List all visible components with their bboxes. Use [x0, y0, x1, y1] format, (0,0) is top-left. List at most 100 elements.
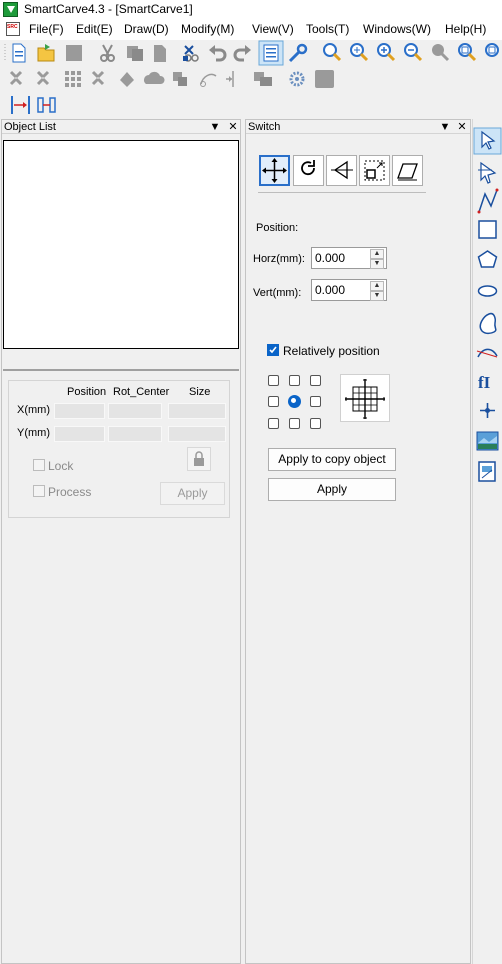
redo-icon[interactable]: [233, 45, 251, 62]
menu-view[interactable]: View(V): [252, 22, 294, 36]
menu-tools[interactable]: Tools(T): [306, 22, 349, 36]
trim-icon[interactable]: [144, 71, 165, 84]
mirror-tool-button[interactable]: [326, 155, 357, 186]
paste-icon[interactable]: [154, 45, 166, 62]
zoom-select-icon[interactable]: [432, 44, 450, 62]
rectangle-icon[interactable]: [478, 220, 497, 239]
y-rot-center-field: [108, 426, 162, 442]
object-list-box[interactable]: [3, 140, 239, 349]
group-icon[interactable]: [9, 70, 23, 86]
menu-file[interactable]: File(F): [29, 22, 64, 36]
vert-up-arrow-icon[interactable]: ▲: [370, 281, 384, 291]
grid-preview-icon: [345, 379, 385, 419]
settings-icon[interactable]: [289, 71, 305, 87]
skew-tool-button[interactable]: [392, 155, 423, 186]
cross-icon[interactable]: [480, 403, 495, 418]
apply-to-copy-button[interactable]: Apply to copy object: [268, 448, 396, 471]
move-tool-button[interactable]: [259, 155, 290, 186]
array-icon[interactable]: [65, 71, 81, 87]
bezier-icon[interactable]: [476, 348, 498, 358]
vert-down-arrow-icon[interactable]: ▼: [370, 291, 384, 301]
toolbar-row-2: [9, 70, 334, 88]
lock-button[interactable]: [187, 447, 211, 471]
polyline-icon[interactable]: [477, 188, 499, 214]
horz-label: Horz(mm):: [253, 253, 305, 265]
text-icon[interactable]: fI: [478, 373, 491, 392]
open-folder-icon[interactable]: [37, 44, 55, 62]
zoom-out-icon[interactable]: [404, 43, 423, 62]
image-icon[interactable]: [476, 431, 499, 451]
freehand-icon[interactable]: [479, 312, 497, 335]
menu-modify[interactable]: Modify(M): [181, 22, 234, 36]
menu-draw[interactable]: Draw(D): [124, 22, 169, 36]
document-menu-icon[interactable]: [6, 22, 20, 36]
column-size: Size: [189, 386, 211, 398]
save-icon[interactable]: [66, 45, 82, 61]
rotate-tool-button[interactable]: [293, 155, 324, 186]
wrench-icon[interactable]: [288, 43, 308, 63]
switch-panel: [245, 119, 471, 964]
split-icon[interactable]: [226, 71, 234, 87]
pin-icon[interactable]: ▼: [209, 121, 221, 133]
horz-up-arrow-icon[interactable]: ▲: [370, 249, 384, 259]
horz-down-arrow-icon[interactable]: ▼: [370, 259, 384, 269]
zoom-in-icon[interactable]: [377, 43, 396, 62]
intersect-icon[interactable]: [173, 72, 187, 86]
align-icon[interactable]: [254, 72, 272, 86]
switch-title: Switch: [248, 121, 281, 133]
zoom-all-icon[interactable]: [458, 43, 477, 62]
app-logo-icon: [3, 2, 18, 17]
anchor-top-center[interactable]: [289, 375, 300, 386]
node-select-icon[interactable]: [478, 161, 497, 184]
menu-windows[interactable]: Windows(W): [363, 22, 431, 36]
scale-icon: [364, 160, 385, 181]
fill-icon[interactable]: [315, 70, 334, 88]
distribute-vertical-icon[interactable]: [37, 97, 56, 113]
zoom-fit-icon[interactable]: [350, 43, 369, 62]
ungroup-icon[interactable]: [36, 70, 50, 86]
ellipse-icon[interactable]: [477, 285, 498, 297]
anchor-middle-right[interactable]: [310, 396, 321, 407]
cut-icon[interactable]: [100, 44, 115, 62]
move-arrows-icon: [262, 158, 287, 183]
new-file-icon[interactable]: [12, 43, 26, 63]
anchor-center-selected[interactable]: [288, 395, 301, 408]
rotate-icon: [301, 160, 315, 176]
menu-edit[interactable]: Edit(E): [76, 22, 113, 36]
select-arrow-icon[interactable]: [473, 127, 502, 155]
zoom-page-icon[interactable]: [485, 43, 499, 57]
properties-icon[interactable]: [258, 40, 284, 66]
anchor-bottom-left[interactable]: [268, 418, 279, 429]
relative-position-label: Relatively position: [283, 344, 380, 358]
polygon-icon[interactable]: [477, 250, 498, 268]
anchor-middle-left[interactable]: [268, 396, 279, 407]
anchor-top-right[interactable]: [310, 375, 321, 386]
copy-icon[interactable]: [127, 46, 143, 61]
tool-separator: [258, 192, 426, 193]
zoom-icon[interactable]: [323, 43, 342, 62]
x-rot-center-field: [108, 403, 162, 419]
anchor-bottom-center[interactable]: [289, 418, 300, 429]
splitter[interactable]: [3, 369, 239, 371]
menu-help[interactable]: Help(H): [445, 22, 486, 36]
lock-checkbox[interactable]: [33, 459, 45, 471]
undo-icon[interactable]: [209, 45, 227, 62]
object-apply-button[interactable]: Apply: [160, 482, 225, 505]
relative-position-checkbox[interactable]: [267, 344, 279, 356]
anchor-bottom-right[interactable]: [310, 418, 321, 429]
weld-icon[interactable]: [120, 72, 134, 87]
switch-close-icon[interactable]: ✕: [456, 121, 468, 133]
switch-apply-button[interactable]: Apply: [268, 478, 396, 501]
anchor-top-left[interactable]: [268, 375, 279, 386]
node-edit-icon[interactable]: [200, 73, 217, 87]
close-icon[interactable]: ✕: [227, 121, 239, 133]
combine-icon[interactable]: [91, 70, 105, 86]
vector-image-icon[interactable]: [478, 461, 496, 482]
lock-label: Lock: [48, 459, 74, 473]
delete-icon[interactable]: [183, 45, 199, 62]
distribute-horizontal-icon[interactable]: [11, 96, 30, 114]
switch-pin-icon[interactable]: ▼: [439, 121, 451, 133]
vert-label: Vert(mm):: [253, 287, 302, 299]
process-checkbox[interactable]: [33, 485, 45, 497]
scale-tool-button[interactable]: [359, 155, 390, 186]
